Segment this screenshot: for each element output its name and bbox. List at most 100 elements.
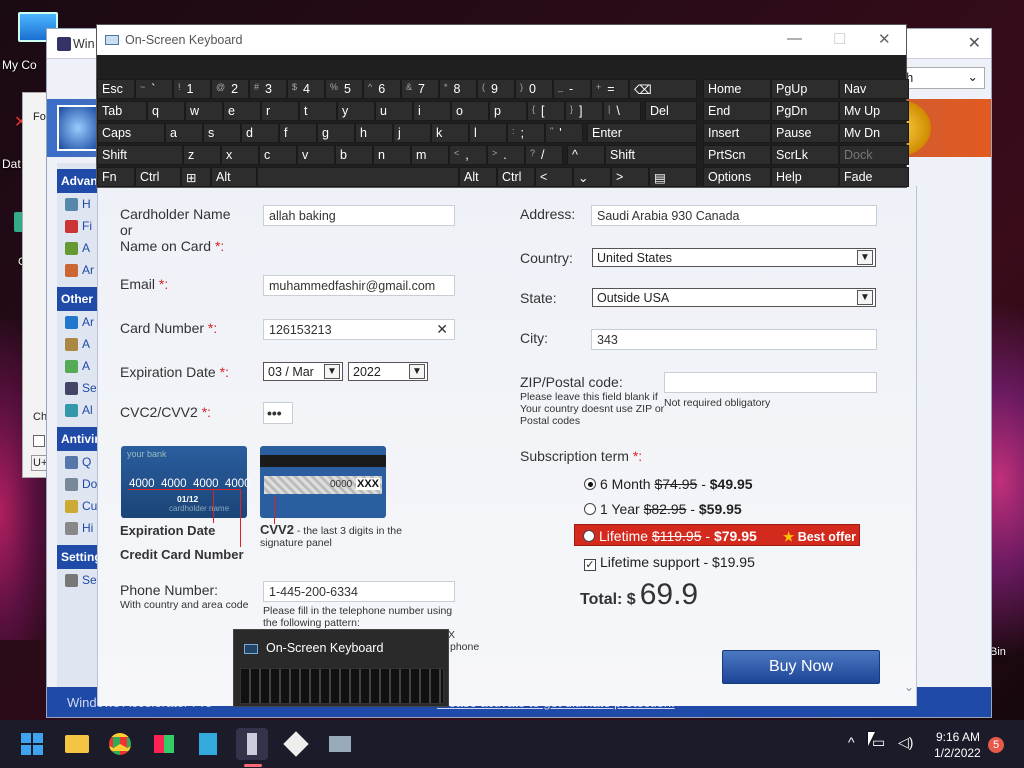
key-`[interactable]: ~ `: [135, 79, 173, 99]
phone-input[interactable]: 1-445-200-6334: [263, 581, 455, 602]
key-arrow-up[interactable]: ^: [567, 145, 605, 165]
key-h[interactable]: h: [355, 123, 393, 143]
option-6-month[interactable]: 6 Month $74.95 - $49.95: [584, 476, 753, 492]
key-5[interactable]: % 5: [325, 79, 363, 99]
cvc-input[interactable]: •••: [263, 402, 293, 424]
option-lifetime-row[interactable]: Lifetime $119.95 - $79.95 ★ Best offer: [574, 524, 860, 546]
key-arrow-down[interactable]: ⌄: [573, 167, 611, 187]
key-l[interactable]: l: [469, 123, 507, 143]
key-x[interactable]: x: [221, 145, 259, 165]
app-usb-icon[interactable]: [236, 728, 268, 760]
key-7[interactable]: & 7: [401, 79, 439, 99]
close-icon[interactable]: ✕: [878, 30, 891, 48]
key-r[interactable]: r: [261, 101, 299, 121]
key-backspace[interactable]: ⌫: [629, 79, 697, 99]
key-alt-left[interactable]: Alt: [211, 167, 257, 187]
option-lifetime[interactable]: Lifetime $119.95 - $79.95: [583, 528, 757, 544]
email-input[interactable]: muhammedfashir@gmail.com: [263, 275, 455, 296]
key-g[interactable]: g: [317, 123, 355, 143]
key-scrlk[interactable]: ScrLk: [771, 145, 839, 165]
close-icon[interactable]: ✕: [968, 33, 981, 53]
exp-month-select[interactable]: 03 / Mar ▼: [263, 362, 343, 381]
key-4[interactable]: $4: [287, 79, 325, 99]
key-bracket[interactable]: }]: [565, 101, 603, 121]
card-number-input[interactable]: 126153213 ✕: [263, 319, 455, 340]
start-icon[interactable]: [16, 728, 48, 760]
state-select[interactable]: Outside USA ▼: [592, 288, 876, 307]
key-p[interactable]: p: [489, 101, 527, 121]
option-1-year[interactable]: 1 Year $82.95 - $59.95: [584, 501, 742, 517]
key-3[interactable]: #3: [249, 79, 287, 99]
key-dock[interactable]: Dock: [839, 145, 909, 165]
clock-time[interactable]: 9:16 AM: [936, 730, 980, 744]
key-tab[interactable]: Tab: [97, 101, 147, 121]
chrome-icon[interactable]: [104, 728, 136, 760]
scroll-down-icon[interactable]: ⌄: [904, 680, 914, 694]
key-u[interactable]: u: [375, 101, 413, 121]
buy-now-button[interactable]: Buy Now: [722, 650, 880, 684]
osk-app-icon[interactable]: [324, 728, 356, 760]
city-input[interactable]: 343: [591, 329, 877, 350]
key-0[interactable]: ) 0: [515, 79, 553, 99]
key-enter[interactable]: Enter: [587, 123, 697, 143]
key-d[interactable]: d: [241, 123, 279, 143]
address-input[interactable]: Saudi Arabia 930 Canada: [591, 205, 877, 226]
clear-icon[interactable]: ✕: [436, 321, 448, 338]
key-q[interactable]: q: [147, 101, 185, 121]
maximize-icon[interactable]: ☐: [833, 30, 846, 48]
key-ctrl-right[interactable]: Ctrl: [497, 167, 535, 187]
key-a[interactable]: a: [165, 123, 203, 143]
key-2[interactable]: @2: [211, 79, 249, 99]
key-t[interactable]: t: [299, 101, 337, 121]
exp-year-select[interactable]: 2022 ▼: [348, 362, 428, 381]
key-prtscn[interactable]: PrtScn: [703, 145, 771, 165]
key-del[interactable]: Del: [645, 101, 697, 121]
file-explorer-icon[interactable]: [61, 728, 93, 760]
country-select[interactable]: United States ▼: [592, 248, 876, 267]
key-b[interactable]: b: [335, 145, 373, 165]
key-options[interactable]: Options: [703, 167, 771, 187]
key-fade[interactable]: Fade: [839, 167, 909, 187]
key-menu[interactable]: ▤: [649, 167, 697, 187]
lifetime-support-option[interactable]: ✓ Lifetime support - $19.95: [584, 554, 755, 571]
key-space[interactable]: [257, 167, 459, 187]
key-=[interactable]: + =: [591, 79, 629, 99]
notepad-icon[interactable]: [192, 728, 224, 760]
key-help[interactable]: Help: [771, 167, 839, 187]
key-home[interactable]: Home: [703, 79, 771, 99]
key-punct[interactable]: :;: [507, 123, 545, 143]
key-v[interactable]: v: [297, 145, 335, 165]
key-mv-dn[interactable]: Mv Dn: [839, 123, 909, 143]
key-bracket[interactable]: | \: [603, 101, 641, 121]
key-end[interactable]: End: [703, 101, 771, 121]
key-s[interactable]: s: [203, 123, 241, 143]
key-arrow-right[interactable]: >: [611, 167, 649, 187]
volume-icon[interactable]: ◁): [898, 734, 913, 751]
key-arrow-left[interactable]: <: [535, 167, 573, 187]
key-punct[interactable]: >.: [487, 145, 525, 165]
key-9[interactable]: (9: [477, 79, 515, 99]
key-m[interactable]: m: [411, 145, 449, 165]
chevron-up-icon[interactable]: ^: [848, 734, 855, 750]
clock-date[interactable]: 1/2/2022: [934, 746, 981, 760]
key-i[interactable]: i: [413, 101, 451, 121]
key-esc[interactable]: Esc: [97, 79, 135, 99]
radio-lifetime[interactable]: [583, 530, 595, 542]
key-w[interactable]: w: [185, 101, 223, 121]
key-alt-right[interactable]: Alt: [459, 167, 497, 187]
minimize-icon[interactable]: —: [787, 30, 802, 47]
key-z[interactable]: z: [183, 145, 221, 165]
key-shift-left[interactable]: Shift: [97, 145, 183, 165]
support-checkbox[interactable]: ✓: [584, 559, 596, 571]
key-mv-up[interactable]: Mv Up: [839, 101, 909, 121]
key-f[interactable]: f: [279, 123, 317, 143]
notification-badge[interactable]: 5: [988, 737, 1004, 753]
key-punct[interactable]: ? /: [525, 145, 563, 165]
key-fn[interactable]: Fn: [97, 167, 135, 187]
key-punct[interactable]: " ': [545, 123, 583, 143]
key-8[interactable]: * 8: [439, 79, 477, 99]
key-e[interactable]: e: [223, 101, 261, 121]
windows-icon[interactable]: ⊞: [181, 167, 211, 187]
key-pause[interactable]: Pause: [771, 123, 839, 143]
key-c[interactable]: c: [259, 145, 297, 165]
